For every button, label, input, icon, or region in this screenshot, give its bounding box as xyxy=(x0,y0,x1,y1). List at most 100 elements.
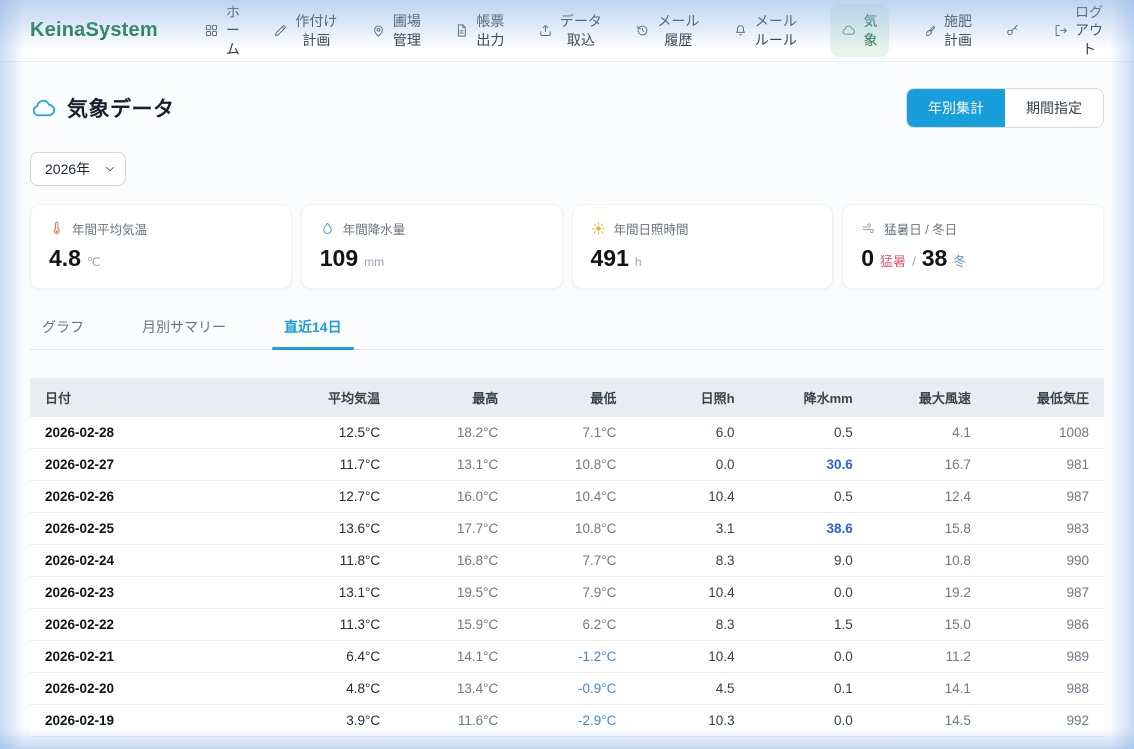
cell-sun: 10.4 xyxy=(631,481,749,513)
cell-sun: 10.4 xyxy=(631,641,749,673)
grid-icon xyxy=(204,23,219,38)
cell-avg: 3.9°C xyxy=(277,705,395,737)
table-row: 2026-02-2612.7°C16.0°C10.4°C10.40.512.49… xyxy=(30,481,1104,513)
column-header: 降水mm xyxy=(750,378,868,417)
card-unit-2: 冬 xyxy=(953,251,966,270)
column-header: 平均気温 xyxy=(277,378,395,417)
cell-max: 14.1°C xyxy=(395,641,513,673)
cell-date: 2026-02-22 xyxy=(30,609,277,641)
year-select[interactable]: 2026年 xyxy=(30,152,126,186)
cell-min: 7.1°C xyxy=(513,417,631,449)
cell-wind: 16.7 xyxy=(868,449,986,481)
bell-icon xyxy=(733,23,748,38)
nav-item-label: 圃場管理 xyxy=(392,12,422,49)
cell-press: 990 xyxy=(986,545,1104,577)
brand-logo[interactable]: KeinaSystem xyxy=(30,19,158,42)
cell-date: 2026-02-28 xyxy=(30,417,277,449)
cell-wind: 4.1 xyxy=(868,417,986,449)
cell-avg: 11.3°C xyxy=(277,609,395,641)
key-icon xyxy=(1005,23,1020,38)
cell-sun: 10.3 xyxy=(631,705,749,737)
droplet-icon xyxy=(320,221,335,236)
cell-date: 2026-02-26 xyxy=(30,481,277,513)
period-select-button[interactable]: 期間指定 xyxy=(1005,89,1103,127)
cell-min: -1.2°C xyxy=(513,641,631,673)
card-label: 猛暑日 / 冬日 xyxy=(884,219,957,238)
cell-max: 16.0°C xyxy=(395,481,513,513)
tab-1[interactable]: グラフ xyxy=(30,317,96,349)
cell-press: 992 xyxy=(986,705,1104,737)
column-header: 最高 xyxy=(395,378,513,417)
cell-max: 13.4°C xyxy=(395,673,513,705)
tab-2[interactable]: 月別サマリー xyxy=(130,317,238,349)
page-title: 気象データ xyxy=(67,93,175,123)
tab-bar: グラフ 月別サマリー 直近14日 xyxy=(30,317,1104,350)
stat-card-4: 猛暑日 / 冬日0猛暑/38冬 xyxy=(842,204,1104,289)
nav-item-label: メール履歴 xyxy=(656,12,700,49)
cell-min: 7.7°C xyxy=(513,545,631,577)
cell-avg: 13.6°C xyxy=(277,513,395,545)
nav-item-key[interactable] xyxy=(1005,23,1020,38)
nav-item-weather[interactable]: 気象 xyxy=(830,4,889,57)
pencil-icon xyxy=(273,23,288,38)
cell-min: 10.8°C xyxy=(513,449,631,481)
top-nav: KeinaSystem ホーム 作付け計画 圃場管理 帳票出力データ取込 メール履歴 メー… xyxy=(0,0,1134,62)
card-unit: h xyxy=(635,255,642,269)
nav-item-mail-history[interactable]: メール履歴 xyxy=(635,12,700,49)
cell-press: 983 xyxy=(986,513,1104,545)
main-content: 気象データ 年別集計 期間指定 2026年 年間平均気温4.8℃年間降水量109… xyxy=(0,88,1134,737)
logout-icon xyxy=(1053,23,1068,38)
cell-avg: 11.7°C xyxy=(277,449,395,481)
cell-date: 2026-02-19 xyxy=(30,705,277,737)
stat-card-3: 年間日照時間491h xyxy=(572,204,834,289)
cell-wind: 10.8 xyxy=(868,545,986,577)
cell-press: 987 xyxy=(986,577,1104,609)
card-value: 491 xyxy=(591,245,629,272)
nav-item-label: 気象 xyxy=(862,12,878,49)
table-body: 2026-02-2812.5°C18.2°C7.1°C6.00.54.11008… xyxy=(30,417,1104,737)
cloud-icon xyxy=(841,23,856,38)
nav-item-mail-rules[interactable]: メールルール xyxy=(733,12,798,49)
nav-item-logout[interactable]: ログアウト xyxy=(1053,3,1104,58)
cell-max: 19.5°C xyxy=(395,577,513,609)
nav-item-label: メールルール xyxy=(754,12,798,49)
cell-press: 981 xyxy=(986,449,1104,481)
table-row: 2026-02-2513.6°C17.7°C10.8°C3.138.615.89… xyxy=(30,513,1104,545)
table-row: 2026-02-2411.8°C16.8°C7.7°C8.39.010.8990 xyxy=(30,545,1104,577)
nav-item-home[interactable]: ホーム xyxy=(204,3,241,58)
yearly-summary-button[interactable]: 年別集計 xyxy=(907,89,1005,127)
nav-item-data-import[interactable]: データ取込 xyxy=(538,12,603,49)
nav-item-field-management[interactable]: 圃場管理 xyxy=(371,12,422,49)
cell-max: 18.2°C xyxy=(395,417,513,449)
cell-rain: 0.5 xyxy=(750,481,868,513)
cell-rain: 38.6 xyxy=(750,513,868,545)
cell-min: 6.2°C xyxy=(513,609,631,641)
cell-min: -0.9°C xyxy=(513,673,631,705)
cell-sun: 0.0 xyxy=(631,449,749,481)
nav-item-report-output[interactable]: 帳票出力 xyxy=(454,12,505,49)
cell-max: 15.9°C xyxy=(395,609,513,641)
cell-rain: 0.5 xyxy=(750,417,868,449)
cell-date: 2026-02-27 xyxy=(30,449,277,481)
card-unit: mm xyxy=(364,255,384,269)
upload-icon xyxy=(538,23,553,38)
card-unit: 猛暑 xyxy=(880,251,906,270)
column-header: 日付 xyxy=(30,378,277,417)
cell-sun: 4.5 xyxy=(631,673,749,705)
nav-item-planting-plan[interactable]: 作付け計画 xyxy=(273,12,338,49)
stat-cards: 年間平均気温4.8℃年間降水量109mm年間日照時間491h猛暑日 / 冬日0猛… xyxy=(30,204,1104,289)
table-row: 2026-02-193.9°C11.6°C-2.9°C10.30.014.599… xyxy=(30,705,1104,737)
cell-sun: 3.1 xyxy=(631,513,749,545)
card-value-2: 38 xyxy=(922,245,948,272)
card-value: 4.8 xyxy=(49,245,81,272)
cell-press: 986 xyxy=(986,609,1104,641)
nav-item-label: ホーム xyxy=(225,3,241,58)
cell-min: 10.4°C xyxy=(513,481,631,513)
table-row: 2026-02-216.4°C14.1°C-1.2°C10.40.011.298… xyxy=(30,641,1104,673)
cell-rain: 0.0 xyxy=(750,705,868,737)
stat-card-2: 年間降水量109mm xyxy=(301,204,563,289)
cell-min: 10.8°C xyxy=(513,513,631,545)
nav-item-fertilizer-plan[interactable]: 施肥計画 xyxy=(922,12,973,49)
column-header: 最低気圧 xyxy=(986,378,1104,417)
tab-3[interactable]: 直近14日 xyxy=(272,317,354,349)
